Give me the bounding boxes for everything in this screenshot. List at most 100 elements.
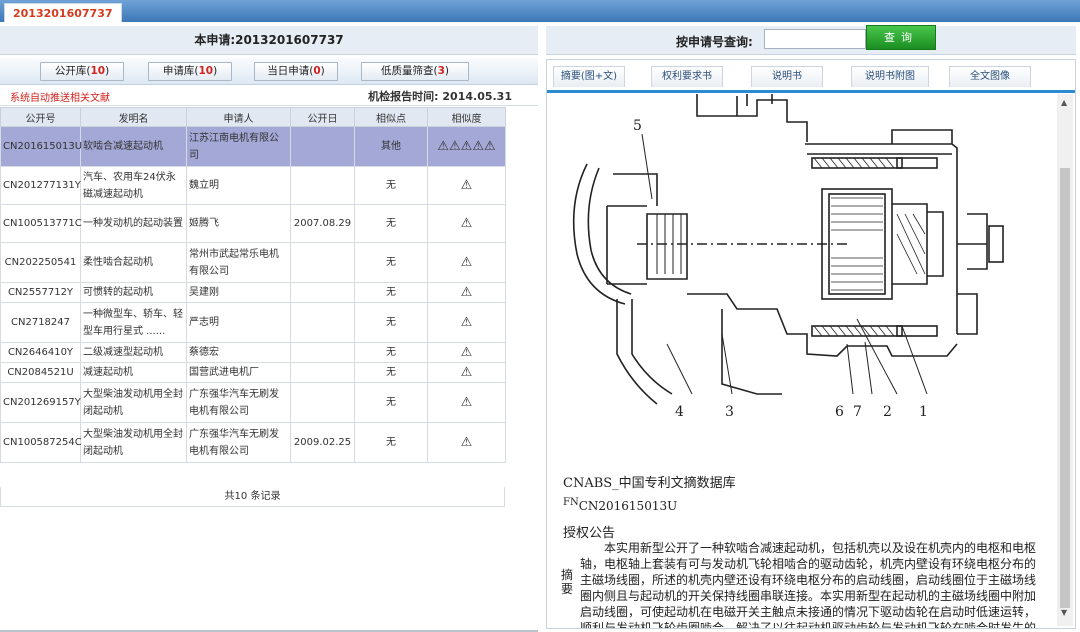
similar-point: 无 — [354, 362, 428, 383]
pub-date — [290, 242, 355, 283]
similar-point: 无 — [354, 342, 428, 363]
pub-number[interactable]: CN201277131Y — [0, 166, 81, 205]
drawing-label-7: 7 — [853, 404, 862, 420]
similar-point: 无 — [354, 282, 428, 303]
lib-count: 10 — [198, 65, 214, 77]
left-panel: 本申请:2013201607737 公开库(10) 申请库(10) 当日申请(0… — [0, 26, 540, 632]
col-header: 相似度 — [427, 107, 506, 127]
pub-number[interactable]: CN2646410Y — [0, 342, 81, 363]
applicant: 魏立明 — [186, 166, 291, 205]
tab-claims[interactable]: 权利要求书 — [651, 66, 723, 87]
drawing-label-4: 4 — [675, 404, 684, 420]
query-label: 按申请号查询: — [676, 35, 753, 49]
invention-name: 一种微型车、轿车、轻型车用行星式 ...... — [80, 302, 187, 343]
lib-label: 公开库( — [54, 65, 91, 77]
tab-abstract[interactable]: 摘要(图+文) — [553, 66, 625, 87]
pub-number[interactable]: CN2084521U — [0, 362, 81, 383]
query-button[interactable]: 查询 — [866, 25, 936, 50]
today-application-button[interactable]: 当日申请(0) — [254, 62, 338, 81]
invention-name: 汽车、农用车24伏永磁减速起动机 — [80, 166, 187, 205]
col-header: 申请人 — [186, 107, 291, 127]
application-number-input[interactable] — [764, 29, 866, 49]
applicant: 吴建刚 — [186, 282, 291, 303]
scroll-down-icon[interactable]: ▼ — [1061, 608, 1067, 617]
scroll-up-icon[interactable]: ▲ — [1061, 98, 1067, 107]
similar-point: 无 — [354, 204, 428, 243]
pub-number[interactable]: CN2557712Y — [0, 282, 81, 303]
applicant: 严志明 — [186, 302, 291, 343]
applicant: 江苏江南电机有限公司 — [186, 126, 291, 167]
table-row[interactable]: CN2646410Y 二级减速型起动机 蔡德宏 无 ⚠ — [0, 342, 506, 363]
drawing-label-5: 5 — [633, 118, 642, 134]
pub-number[interactable]: CN201615013U — [0, 126, 82, 167]
table-header-row: 公开号 发明名 申请人 公开日 相似点 相似度 — [0, 107, 506, 127]
lib-label: 低质量筛查( — [380, 65, 438, 77]
pub-date — [290, 302, 355, 343]
drawing-label-6: 6 — [835, 404, 844, 420]
similar-point: 无 — [354, 242, 428, 283]
table-row[interactable]: CN201615013U 软啮合减速起动机 江苏江南电机有限公司 其他 ⚠⚠⚠⚠… — [0, 126, 506, 167]
similarity-warning-icon: ⚠ — [427, 242, 506, 283]
pub-number[interactable]: CN2718247 — [0, 302, 81, 343]
right-panel: 按申请号查询: 查询 摘要(图+文) 权利要求书 说明书 说明书附图 全文图像 — [546, 25, 1076, 632]
auto-push-link[interactable]: 系统自动推送相关文献 — [10, 89, 110, 104]
col-header: 公开号 — [0, 107, 81, 127]
pub-number[interactable]: CN100587254C — [0, 422, 82, 463]
table-row[interactable]: CN2084521U 减速起动机 国营武进电机厂 无 ⚠ — [0, 362, 506, 383]
abstract-content: 5 4 3 6 7 2 1 CNABS_中国专利文摘数据库 FNCN201615… — [547, 94, 1055, 628]
query-bar: 按申请号查询: 查询 — [546, 25, 1076, 55]
table-row[interactable]: CN201269157Y 大型柴油发动机用全封闭起动机 广东强华汽车无刷发电机有… — [0, 382, 506, 423]
tab-full-image[interactable]: 全文图像 — [949, 66, 1031, 87]
table-row[interactable]: CN2557712Y 可惯转的起动机 吴建刚 无 ⚠ — [0, 282, 506, 303]
similarity-warning-icon: ⚠ — [427, 342, 506, 363]
table-row[interactable]: CN201277131Y 汽车、农用车24伏永磁减速起动机 魏立明 无 ⚠ — [0, 166, 506, 205]
similarity-warning-icon: ⚠ — [427, 282, 506, 303]
drawing-label-2: 2 — [883, 404, 892, 420]
applicant: 常州市武起常乐电机有限公司 — [186, 242, 291, 283]
lib-count: 0 — [313, 65, 321, 77]
similarity-warning-icon: ⚠ — [427, 382, 506, 423]
col-header: 公开日 — [290, 107, 355, 127]
record-total: 共10 条记录 — [0, 487, 505, 507]
pub-number[interactable]: CN201269157Y — [0, 382, 81, 423]
lib-close: ) — [213, 65, 218, 77]
fn-label: FN — [563, 497, 579, 508]
applicant: 广东强华汽车无刷发电机有限公司 — [186, 422, 291, 463]
low-quality-screening-button[interactable]: 低质量筛查(3) — [361, 62, 469, 81]
pub-number[interactable]: CN202250541 — [0, 242, 81, 283]
lib-count: 3 — [437, 65, 445, 77]
public-library-button[interactable]: 公开库(10) — [40, 62, 124, 81]
pub-number[interactable]: CN100513771C — [0, 204, 82, 243]
pub-date — [290, 166, 355, 205]
library-tabs: 公开库(10) 申请库(10) 当日申请(0) 低质量筛查(3) — [0, 58, 538, 85]
report-time-value: 2014.05.31 — [442, 90, 512, 103]
application-tab[interactable]: 2013201607737 — [4, 3, 122, 23]
drawing-label-1: 1 — [919, 404, 928, 420]
lib-label: 申请库( — [162, 65, 199, 77]
table-row[interactable]: CN100587254C 大型柴油发动机用全封闭起动机 广东强华汽车无刷发电机有… — [0, 422, 506, 463]
invention-name: 可惯转的起动机 — [80, 282, 187, 303]
scrollbar-thumb[interactable] — [1060, 168, 1070, 608]
lib-label: 当日申请( — [267, 65, 314, 77]
table-row[interactable]: CN100513771C 一种发动机的起动装置 姬腾飞 2007.08.29 无… — [0, 204, 506, 243]
lib-close: ) — [105, 65, 110, 77]
invention-name: 一种发动机的起动装置 — [80, 204, 187, 243]
pub-date — [290, 126, 355, 167]
similar-point: 其他 — [354, 126, 428, 167]
top-bar: 2013201607737 — [0, 0, 1080, 23]
pub-date — [290, 382, 355, 423]
table-row[interactable]: CN202250541 柔性啮合起动机 常州市武起常乐电机有限公司 无 ⚠ — [0, 242, 506, 283]
abstract-text: 本实用新型公开了一种软啮合减速起动机，包括机壳以及设在机壳内的电枢和电枢轴，电枢… — [580, 541, 1037, 628]
similar-point: 无 — [354, 382, 428, 423]
similar-point: 无 — [354, 422, 428, 463]
grant-announcement: 授权公告 — [563, 526, 616, 541]
tab-description[interactable]: 说明书 — [751, 66, 823, 87]
application-library-button[interactable]: 申请库(10) — [148, 62, 232, 81]
invention-name: 大型柴油发动机用全封闭起动机 — [80, 422, 187, 463]
similarity-warning-icon: ⚠ — [427, 166, 506, 205]
database-name: CNABS_中国专利文摘数据库 — [563, 476, 736, 491]
auto-push-bar: 系统自动推送相关文献 机检报告时间: 2014.05.31 — [0, 85, 538, 106]
vertical-scrollbar[interactable]: ▲ ▼ — [1057, 94, 1073, 626]
tab-drawings[interactable]: 说明书附图 — [851, 66, 929, 87]
table-row[interactable]: CN2718247 一种微型车、轿车、轻型车用行星式 ...... 严志明 无 … — [0, 302, 506, 343]
